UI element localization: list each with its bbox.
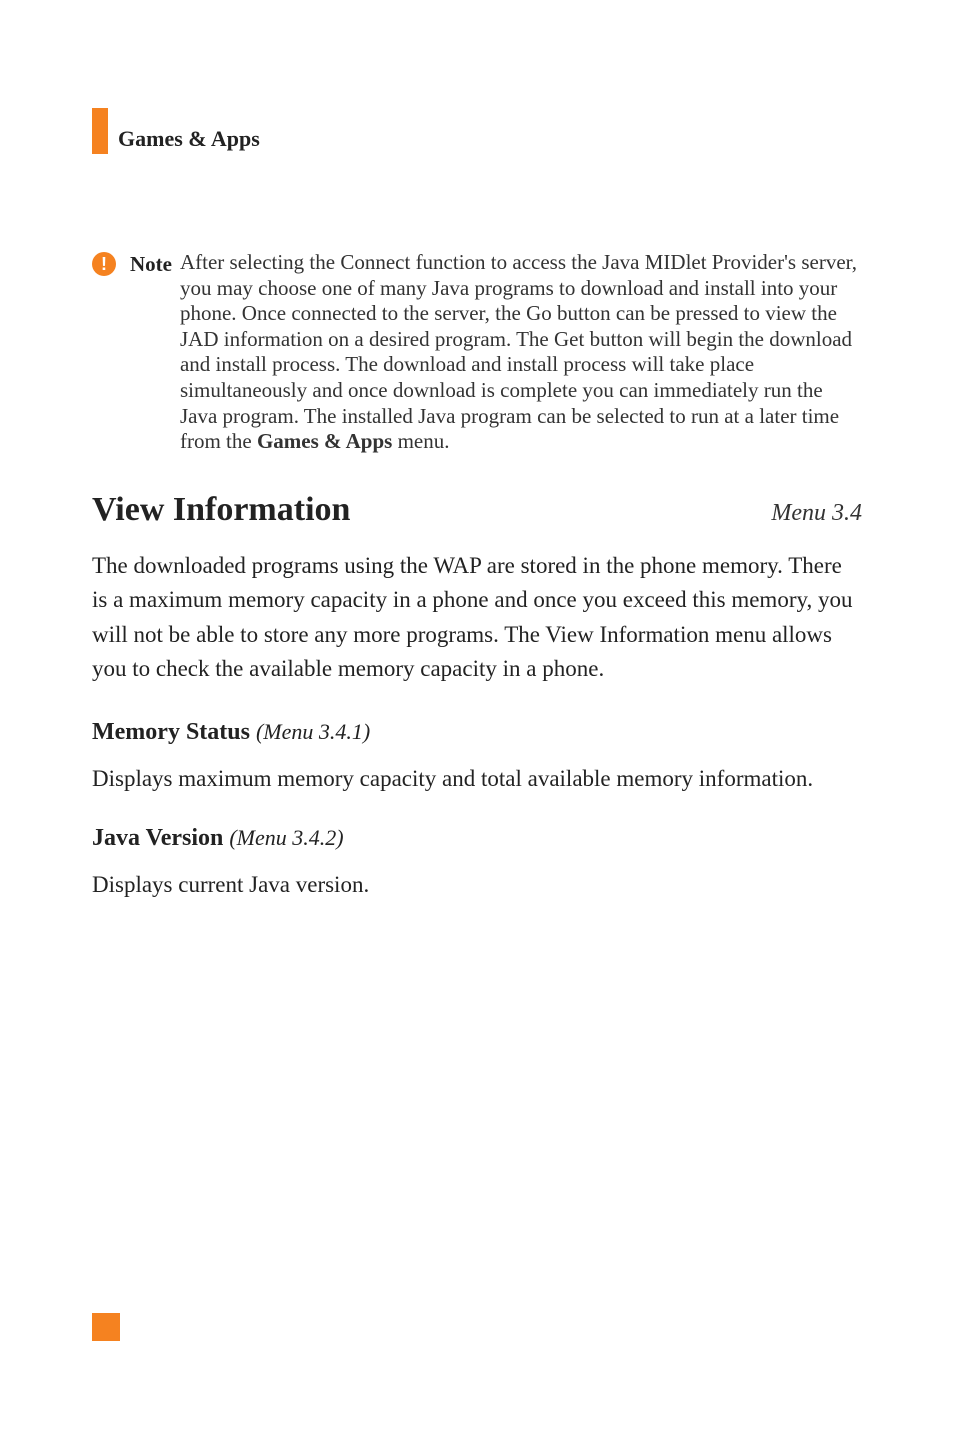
page-header: Games & Apps: [92, 108, 862, 154]
note-text-suffix: menu.: [392, 429, 449, 453]
subsection-1-body: Displays maximum memory capacity and tot…: [92, 762, 862, 795]
note-text-prefix: After selecting the Connect function to …: [180, 250, 857, 453]
subsection-1-title: Memory Status: [92, 719, 250, 745]
header-accent-bar: [92, 108, 108, 154]
subsection-2-header: Java Version (Menu 3.4.2): [92, 825, 862, 852]
section-title: View Information: [92, 491, 350, 529]
note-block: ! Note After selecting the Connect funct…: [92, 250, 862, 455]
subsection-2-title: Java Version: [92, 825, 223, 851]
section-header-row: View Information Menu 3.4: [92, 491, 862, 529]
note-bold-text: Games & Apps: [257, 429, 392, 453]
exclamation-icon: !: [92, 252, 116, 276]
section-menu-ref: Menu 3.4: [771, 500, 862, 527]
subsection-1-menu: (Menu 3.4.1): [256, 719, 370, 744]
subsection-1-header: Memory Status (Menu 3.4.1): [92, 719, 862, 746]
subsection-2-body: Displays current Java version.: [92, 868, 862, 901]
note-body: After selecting the Connect function to …: [180, 250, 862, 455]
note-label: Note: [130, 250, 172, 277]
footer-page-marker: [92, 1313, 120, 1341]
header-title: Games & Apps: [118, 126, 260, 154]
section-body: The downloaded programs using the WAP ar…: [92, 549, 862, 687]
subsection-2-menu: (Menu 3.4.2): [229, 825, 343, 850]
